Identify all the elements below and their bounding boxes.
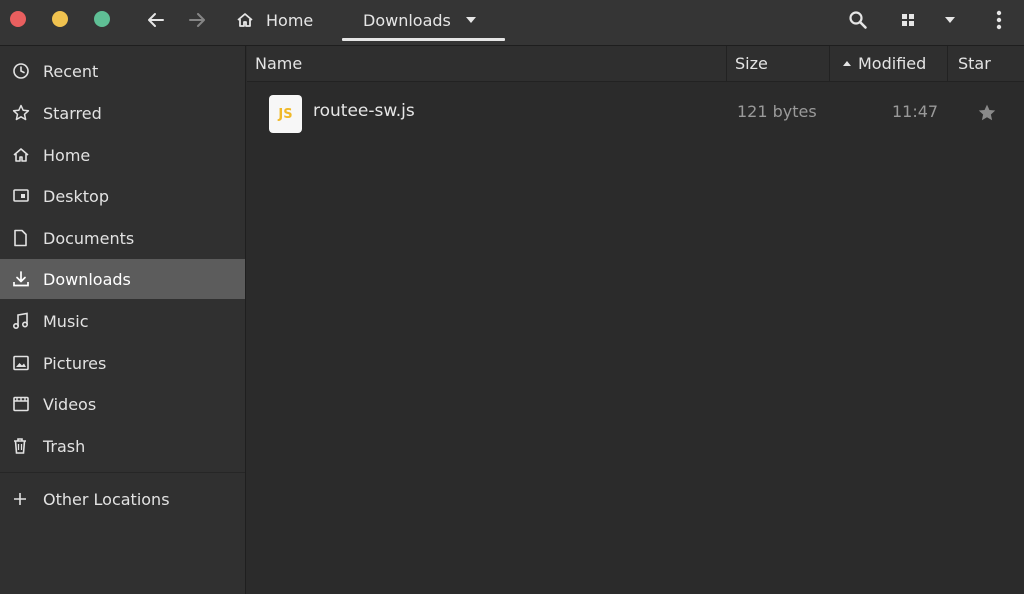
breadcrumb-active-indicator — [342, 38, 505, 41]
sidebar-item-recent[interactable]: Recent — [0, 51, 245, 91]
sidebar-divider — [0, 472, 245, 473]
close-window-button[interactable] — [10, 11, 26, 27]
back-button[interactable] — [143, 7, 169, 33]
column-header-modified[interactable]: Modified — [830, 46, 948, 82]
trash-icon — [12, 436, 34, 456]
file-modified: 11:47 — [892, 102, 939, 121]
desktop-icon — [12, 186, 34, 206]
places-sidebar: Recent Starred Home Desktop Documents Do… — [0, 46, 246, 594]
sidebar-item-label: Recent — [43, 61, 99, 81]
sidebar-item-label: Trash — [43, 436, 86, 456]
minimize-window-button[interactable] — [52, 11, 68, 27]
video-icon — [12, 394, 34, 414]
chevron-down-icon — [465, 16, 477, 24]
music-icon — [12, 311, 34, 331]
column-header-size[interactable]: Size — [727, 46, 830, 82]
view-mode-button[interactable] — [895, 7, 921, 33]
column-header-name[interactable]: Name — [247, 46, 727, 82]
sidebar-item-other-locations[interactable]: Other Locations — [0, 479, 245, 519]
more-vertical-icon — [996, 10, 1002, 30]
sidebar-item-label: Starred — [43, 103, 102, 123]
sidebar-item-music[interactable]: Music — [0, 301, 245, 341]
arrow-right-icon — [189, 13, 205, 27]
breadcrumb-downloads[interactable]: Downloads — [342, 0, 505, 40]
search-icon — [849, 11, 867, 29]
sidebar-item-label: Home — [43, 145, 91, 165]
file-list-view: Name Size Modified Star JS routee-sw.js … — [247, 46, 1024, 594]
sidebar-item-label: Pictures — [43, 353, 107, 373]
sidebar-item-trash[interactable]: Trash — [0, 426, 245, 466]
sidebar-item-label: Desktop — [43, 186, 109, 206]
sidebar-item-label: Downloads — [43, 269, 131, 289]
sidebar-item-videos[interactable]: Videos — [0, 384, 245, 424]
breadcrumb-downloads-label: Downloads — [363, 10, 451, 30]
pictures-icon — [12, 353, 34, 373]
download-icon — [12, 269, 34, 289]
sidebar-item-starred[interactable]: Starred — [0, 93, 245, 133]
plus-icon — [12, 489, 34, 509]
sidebar-item-label: Music — [43, 311, 89, 331]
home-icon — [236, 10, 258, 30]
arrow-left-icon — [148, 13, 164, 27]
sidebar-item-documents[interactable]: Documents — [0, 218, 245, 258]
home-icon — [12, 145, 34, 165]
table-row[interactable]: JS routee-sw.js 121 bytes 11:47 — [247, 86, 1024, 138]
sort-ascending-icon — [842, 60, 852, 67]
star-icon — [12, 103, 34, 123]
maximize-window-button[interactable] — [94, 11, 110, 27]
star-toggle-button[interactable] — [976, 102, 998, 124]
forward-button[interactable] — [184, 7, 210, 33]
star-icon — [978, 104, 996, 121]
breadcrumb-home-label: Home — [266, 10, 314, 30]
header-bar: Home Downloads — [0, 0, 1024, 46]
file-name: routee-sw.js — [313, 101, 415, 121]
sidebar-item-label: Other Locations — [43, 489, 170, 509]
sidebar-item-desktop[interactable]: Desktop — [0, 176, 245, 216]
js-file-icon: JS — [269, 95, 302, 133]
view-options-button[interactable] — [937, 7, 963, 33]
sidebar-item-downloads[interactable]: Downloads — [0, 259, 245, 299]
search-button[interactable] — [845, 7, 871, 33]
sidebar-item-label: Documents — [43, 228, 135, 248]
clock-icon — [12, 61, 34, 81]
file-size: 121 bytes — [737, 102, 817, 121]
document-icon — [12, 228, 34, 248]
sidebar-item-home[interactable]: Home — [0, 135, 245, 175]
grid-view-icon — [902, 14, 914, 26]
breadcrumb-home[interactable]: Home — [236, 0, 336, 40]
column-header-star[interactable]: Star — [948, 46, 1024, 82]
sidebar-item-pictures[interactable]: Pictures — [0, 343, 245, 383]
main-menu-button[interactable] — [986, 7, 1012, 33]
chevron-down-icon — [945, 17, 955, 23]
sidebar-item-label: Videos — [43, 394, 97, 414]
